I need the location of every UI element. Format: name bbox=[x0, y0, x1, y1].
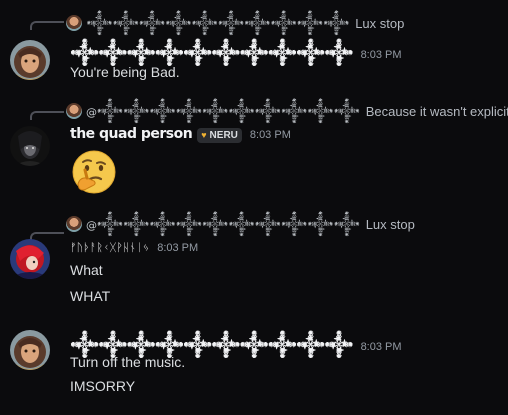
message-text: What bbox=[70, 262, 103, 278]
timestamp[interactable]: 8:03 PM bbox=[157, 242, 198, 254]
message-header: the quad person ♥ NERU 8:03 PM bbox=[70, 126, 291, 143]
heart-icon: ♥ bbox=[201, 130, 207, 140]
reply-author[interactable]: 𒀱𒀱𒀱𒀱𒀱𒀱𒀱𒀱𒀱𒀱 bbox=[86, 10, 350, 36]
reply-text[interactable]: Because it wasn't explicit. bbox=[366, 104, 508, 119]
author-name[interactable]: the quad person bbox=[70, 126, 193, 142]
author-name[interactable]: 𒀱𒀱𒀱𒀱𒀱𒀱𒀱𒀱𒀱𒀱 bbox=[70, 40, 354, 67]
server-tag-label: NERU bbox=[209, 129, 238, 141]
avatar[interactable] bbox=[10, 126, 50, 166]
message-text: You're being Bad. bbox=[70, 64, 180, 80]
message-text: WHAT bbox=[70, 288, 111, 304]
reply-text[interactable]: Lux stop bbox=[366, 217, 415, 232]
message-text: IMSORRY bbox=[70, 378, 136, 394]
server-tag[interactable]: ♥ NERU bbox=[197, 127, 242, 143]
message-text: Turn off the music. bbox=[70, 354, 186, 370]
reply-avatar[interactable] bbox=[66, 103, 82, 119]
author-name[interactable]: ᚠᚢᚦᚨᚱᚲᚷᚹᚺᚾᛁᛃ bbox=[70, 241, 149, 254]
message-header: 𒀱𒀱𒀱𒀱𒀱𒀱𒀱𒀱𒀱𒀱 8:03 PM bbox=[70, 40, 402, 67]
reply-preview[interactable]: 𒀱𒀱𒀱𒀱𒀱𒀱𒀱𒀱𒀱𒀱 Lux stop bbox=[30, 14, 404, 32]
reply-preview[interactable]: @𒀱𒀱𒀱𒀱𒀱𒀱𒀱𒀱𒀱𒀱 Because it wasn't explicit. bbox=[30, 102, 508, 120]
avatar[interactable] bbox=[10, 239, 50, 279]
timestamp[interactable]: 8:03 PM bbox=[361, 49, 402, 61]
thinking-face-emoji[interactable] bbox=[70, 148, 118, 196]
timestamp[interactable]: 8:03 PM bbox=[250, 129, 291, 141]
message-header: ᚠᚢᚦᚨᚱᚲᚷᚹᚺᚾᛁᛃ 8:03 PM bbox=[70, 241, 198, 254]
reply-author[interactable]: @𒀱𒀱𒀱𒀱𒀱𒀱𒀱𒀱𒀱𒀱 bbox=[86, 98, 360, 124]
avatar[interactable] bbox=[10, 40, 50, 80]
reply-preview[interactable]: @𒀱𒀱𒀱𒀱𒀱𒀱𒀱𒀱𒀱𒀱 Lux stop bbox=[30, 215, 415, 233]
avatar[interactable] bbox=[10, 330, 50, 370]
reply-text[interactable]: Lux stop bbox=[355, 16, 404, 31]
timestamp[interactable]: 8:03 PM bbox=[361, 341, 402, 353]
reply-author[interactable]: @𒀱𒀱𒀱𒀱𒀱𒀱𒀱𒀱𒀱𒀱 bbox=[86, 211, 360, 237]
reply-avatar[interactable] bbox=[66, 15, 82, 31]
reply-avatar[interactable] bbox=[66, 216, 82, 232]
